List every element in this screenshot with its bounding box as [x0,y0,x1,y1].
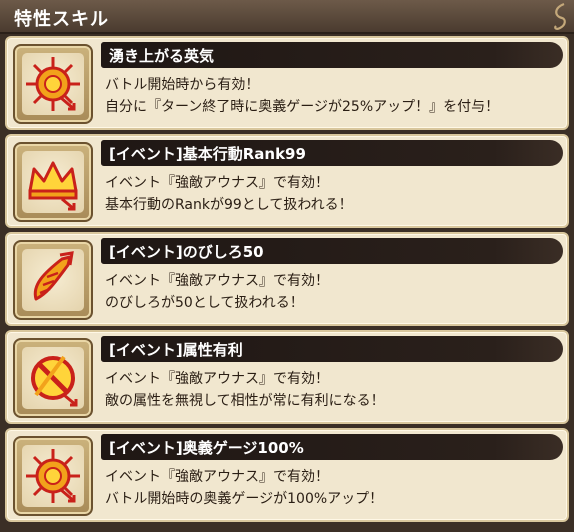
skill-icon-frame [13,240,93,320]
skill-card[interactable]: [イベント]属性有利 イベント『強敵アウナス』で有効！ 敵の属性を無視して相性が… [5,330,569,424]
skill-desc-line: バトル開始時の奥義ゲージが100%アップ！ [105,491,384,507]
skill-desc-line: イベント『強敵アウナス』で有効！ [105,175,329,191]
skill-card[interactable]: [イベント]奥義ゲージ100% イベント『強敵アウナス』で有効！ バトル開始時の… [5,428,569,522]
skill-description: イベント『強敵アウナス』で有効！ 基本行動のRankが99として扱われる！ [105,172,563,216]
skill-icon-frame [13,142,93,222]
crossed-circle-arrow-icon [31,355,78,407]
skill-desc-line: バトル開始時から有効！ [105,77,260,93]
skill-card[interactable]: [イベント]のびしろ50 イベント『強敵アウナス』で有効！ のびしろが50として… [5,232,569,326]
skill-desc-line: 自分に『ターン終了時に奥義ゲージが25%アップ！』を付与！ [105,99,500,115]
skill-description: イベント『強敵アウナス』で有効！ のびしろが50として扱われる！ [105,270,563,314]
skill-icon-frame [13,338,93,418]
skill-icon-frame [13,44,93,124]
skill-name-bar: [イベント]基本行動Rank99 [101,140,563,166]
skill-desc-line: 基本行動のRankが99として扱われる！ [105,197,353,213]
spiral-horn-icon [33,251,74,301]
skill-desc-line: イベント『強敵アウナス』で有効！ [105,469,329,485]
skill-icon-frame [13,436,93,516]
panel-title: 特性スキル [14,9,109,30]
skill-name: [イベント]のびしろ50 [109,243,264,261]
skill-desc-line: のびしろが50として扱われる！ [105,295,304,311]
skill-name-bar: [イベント]属性有利 [101,336,563,362]
skill-name: [イベント]基本行動Rank99 [109,145,306,163]
skill-list: 湧き上がる英気 バトル開始時から有効！ 自分に『ターン終了時に奥義ゲージが25%… [5,36,569,526]
scroll-curl-ornament-icon [554,2,566,30]
skill-description: バトル開始時から有効！ 自分に『ターン終了時に奥義ゲージが25%アップ！』を付与… [105,74,563,118]
sunburst-arrow-icon [26,57,80,111]
skill-description: イベント『強敵アウナス』で有効！ バトル開始時の奥義ゲージが100%アップ！ [105,466,563,510]
crown-arrow-icon [28,161,78,211]
skill-description: イベント『強敵アウナス』で有効！ 敵の属性を無視して相性が常に有利になる！ [105,368,563,412]
skill-card[interactable]: [イベント]基本行動Rank99 イベント『強敵アウナス』で有効！ 基本行動のR… [5,134,569,228]
skill-desc-line: 敵の属性を無視して相性が常に有利になる！ [105,393,385,409]
skill-name-bar: [イベント]のびしろ50 [101,238,563,264]
skill-name: [イベント]奥義ゲージ100% [109,439,304,457]
skill-desc-line: イベント『強敵アウナス』で有効！ [105,371,329,387]
skill-name: 湧き上がる英気 [109,47,215,65]
skill-name-bar: [イベント]奥義ゲージ100% [101,434,563,460]
skill-card[interactable]: 湧き上がる英気 バトル開始時から有効！ 自分に『ターン終了時に奥義ゲージが25%… [5,36,569,130]
skill-name: [イベント]属性有利 [109,341,243,359]
skill-desc-line: イベント『強敵アウナス』で有効！ [105,273,329,289]
panel-header: 特性スキル [0,0,574,34]
skill-name-bar: 湧き上がる英気 [101,42,563,68]
sunburst-arrow-icon [26,449,80,503]
